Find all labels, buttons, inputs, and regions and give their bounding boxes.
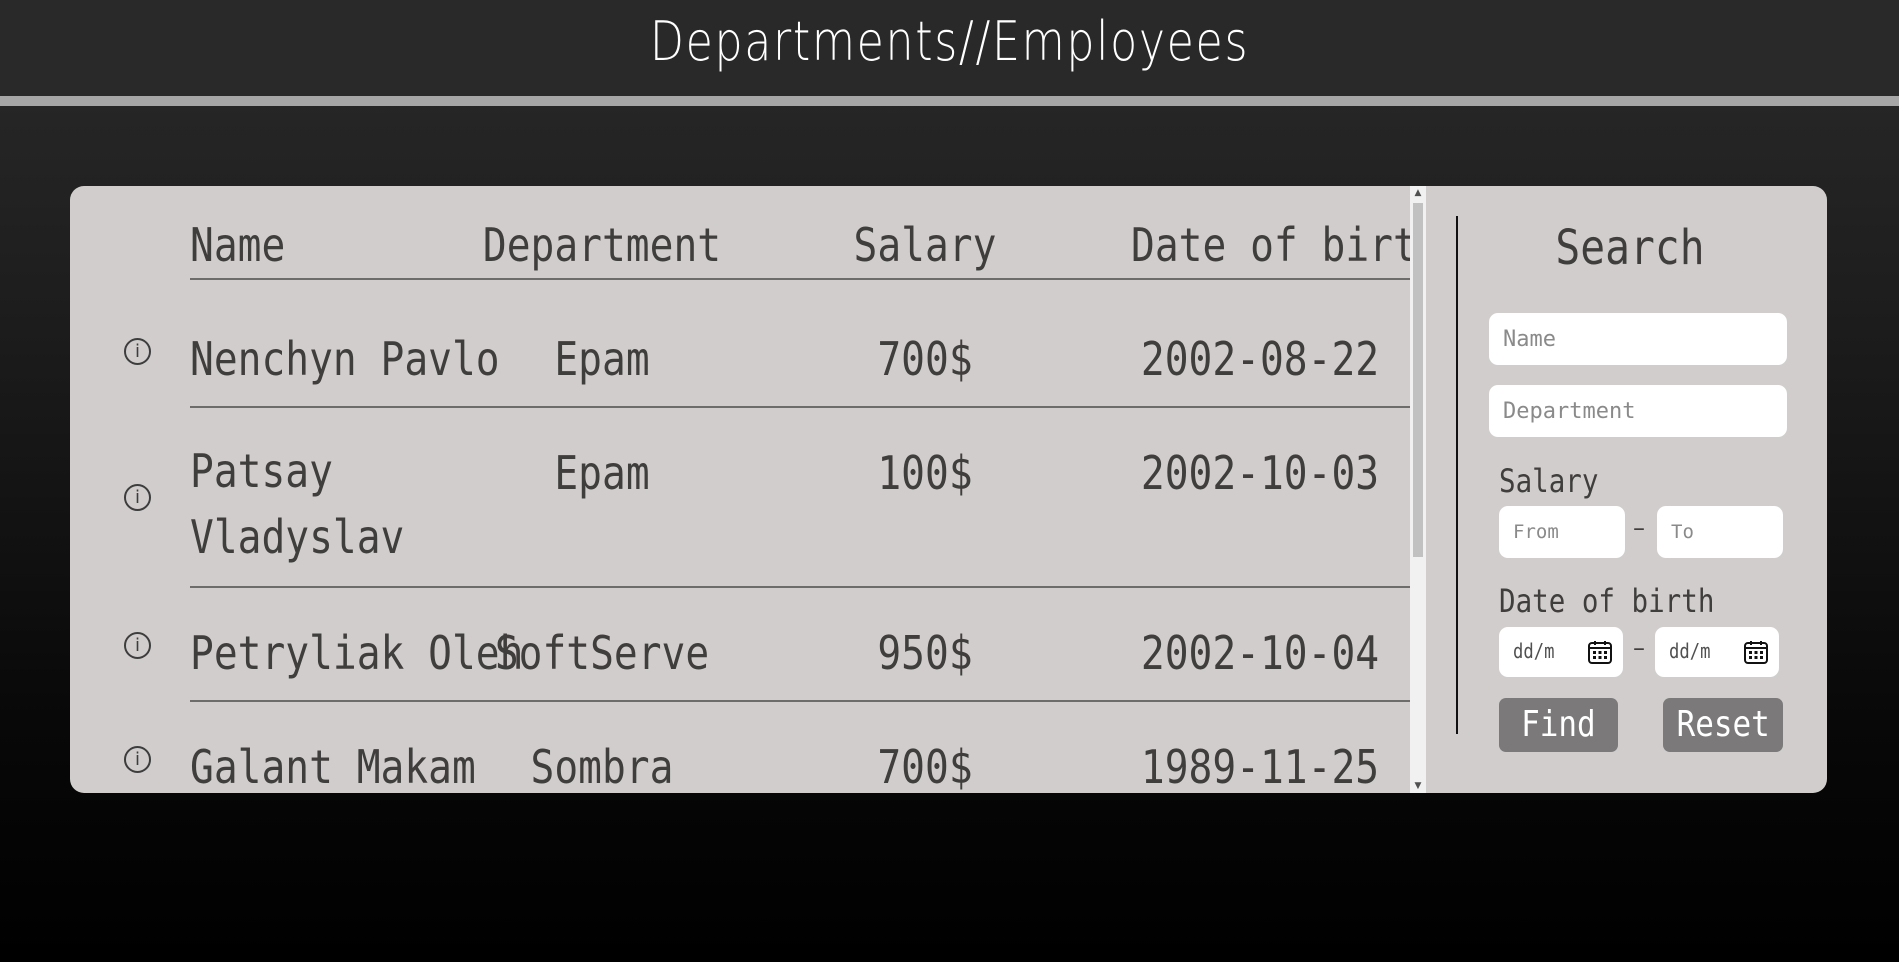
- table-header-row: Name Department Salary Date of birth: [190, 218, 1426, 280]
- employee-salary: 700$: [877, 740, 973, 793]
- search-department-input[interactable]: [1489, 385, 1787, 437]
- employee-department: Epam: [554, 332, 650, 386]
- date-to-placeholder: dd/m: [1669, 639, 1711, 663]
- table-row[interactable]: i Patsay Vladyslav Epam 100$ 2002-10-03: [124, 408, 1410, 588]
- scrollbar-thumb[interactable]: [1413, 203, 1423, 557]
- scroll-up-icon[interactable]: ▲: [1410, 186, 1426, 200]
- calendar-icon[interactable]: [1743, 639, 1769, 665]
- column-header-salary[interactable]: Salary: [826, 218, 1024, 272]
- date-from-input[interactable]: dd/m: [1499, 627, 1623, 677]
- column-header-name[interactable]: Name: [190, 218, 285, 272]
- find-button[interactable]: Find: [1499, 698, 1618, 752]
- employee-name: Nenchyn Pavlo: [190, 332, 500, 386]
- employee-department: SoftServe: [494, 626, 710, 680]
- employee-date-of-birth: 2002-10-04: [1140, 626, 1380, 680]
- table-scrollbar[interactable]: ▲ ▼: [1410, 186, 1426, 793]
- info-icon[interactable]: i: [124, 632, 151, 659]
- search-name-input[interactable]: [1489, 313, 1787, 365]
- table-row[interactable]: i Galant Makam Sombra 700$ 1989-11-25: [124, 702, 1410, 793]
- info-icon[interactable]: i: [124, 746, 151, 773]
- employee-name: Patsay Vladyslav: [190, 444, 405, 564]
- salary-range-separator: –: [1633, 514, 1645, 542]
- column-header-department[interactable]: Department: [473, 218, 731, 272]
- employee-salary: 100$: [877, 446, 973, 500]
- date-from-placeholder: dd/m: [1513, 639, 1555, 663]
- employee-salary: 700$: [877, 332, 973, 386]
- salary-to-input[interactable]: [1657, 506, 1783, 558]
- search-title: Search: [1555, 220, 1705, 276]
- search-divider: [1456, 216, 1458, 734]
- employee-salary: 950$: [877, 626, 973, 680]
- calendar-icon[interactable]: [1587, 639, 1613, 665]
- employee-date-of-birth: 2002-08-22: [1140, 332, 1380, 386]
- table-row[interactable]: i Nenchyn Pavlo Epam 700$ 2002-08-22: [124, 294, 1410, 408]
- date-range-separator: –: [1633, 634, 1645, 662]
- employees-table[interactable]: Name Department Salary Date of birth i N…: [70, 186, 1426, 793]
- reset-button-label: Reset: [1676, 704, 1770, 745]
- employee-name: Galant Makam: [190, 740, 476, 793]
- employee-date-of-birth: 1989-11-25: [1140, 740, 1380, 793]
- info-icon[interactable]: i: [124, 484, 151, 511]
- reset-button[interactable]: Reset: [1663, 698, 1783, 752]
- page-title: Departments//Employees: [649, 10, 1250, 73]
- column-header-date-of-birth[interactable]: Date of birth: [1131, 218, 1426, 272]
- info-icon[interactable]: i: [124, 338, 151, 365]
- date-to-input[interactable]: dd/m: [1655, 627, 1779, 677]
- top-bar-divider: [0, 96, 1899, 106]
- employee-department: Epam: [554, 446, 650, 500]
- salary-from-input[interactable]: [1499, 506, 1625, 558]
- table-row[interactable]: i Petryliak Oleh SoftServe 950$ 2002-10-…: [124, 588, 1410, 702]
- main-panel: Name Department Salary Date of birth i N…: [70, 186, 1827, 793]
- find-button-label: Find: [1521, 704, 1596, 745]
- scroll-down-icon[interactable]: ▼: [1410, 779, 1426, 793]
- employee-department: Sombra: [530, 740, 674, 793]
- employee-date-of-birth: 2002-10-03: [1140, 446, 1380, 500]
- date-of-birth-label: Date of birth: [1499, 582, 1715, 620]
- salary-label: Salary: [1499, 462, 1599, 500]
